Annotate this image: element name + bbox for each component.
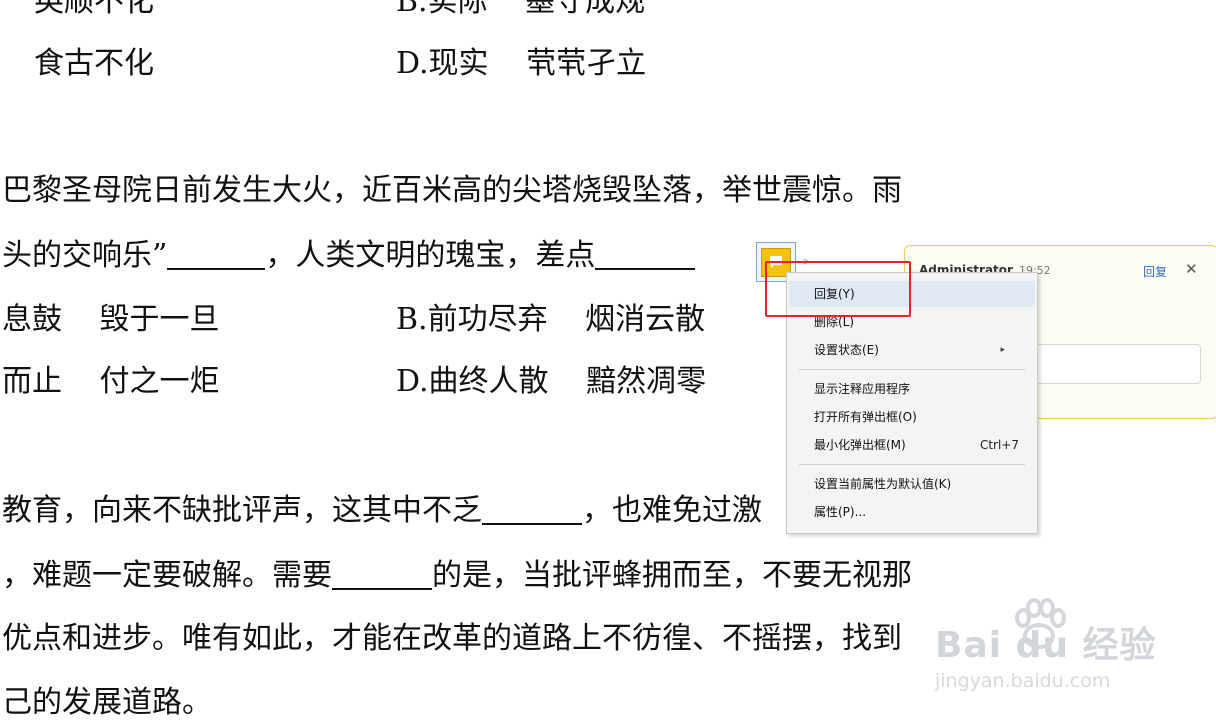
menu-item-set-default-properties[interactable]: 设置当前属性为默认值(K) <box>789 471 1035 497</box>
option-line: B.前功尽弃 烟消云散 <box>396 302 706 337</box>
option-line: 食古不化 <box>34 46 154 81</box>
option-line: 息鼓 毁于一旦 <box>2 302 220 337</box>
paragraph-line: 优点和进步。唯有如此，才能在改革的道路上不彷徨、不摇摆，找到 <box>2 621 902 656</box>
option-line: D.曲终人散 黯然凋零 <box>396 364 707 399</box>
fill-blank <box>595 236 696 270</box>
comment-text-field[interactable] <box>1031 344 1201 384</box>
option-line: 而止 付之一炬 <box>2 364 220 399</box>
menu-divider <box>799 369 1025 370</box>
menu-divider <box>799 464 1025 465</box>
menu-item-set-status[interactable]: 设置状态(E) ▸ <box>789 337 1035 363</box>
reply-link[interactable]: 回复 <box>1143 263 1167 280</box>
submenu-arrow-icon: ▸ <box>1000 345 1005 355</box>
paragraph-line: ，难题一定要破解。需要 的是，当批评蜂拥而至，不要无视那 <box>2 556 912 593</box>
menu-shortcut: Ctrl+7 <box>979 438 1019 452</box>
fill-blank <box>332 556 432 590</box>
paragraph-line: 教育，向来不缺批评声，这其中不乏 ，也难免过激 <box>2 491 762 528</box>
close-icon[interactable]: ✕ <box>1185 260 1198 278</box>
menu-item-show-comments-app[interactable]: 显示注释应用程序 <box>789 376 1035 402</box>
highlight-box <box>765 261 911 317</box>
paragraph-line: 头的交响乐” ，人类文明的瑰宝，差点 <box>2 236 696 276</box>
option-line: 英顺不化 <box>34 0 154 19</box>
option-line: D.现实 茕茕孑立 <box>396 46 647 81</box>
menu-item-open-all-popups[interactable]: 打开所有弹出框(O) <box>789 404 1035 430</box>
menu-item-minimize-popups[interactable]: 最小化弹出框(M) Ctrl+7 <box>789 432 1035 458</box>
fill-blank <box>167 236 266 270</box>
watermark-url: jingyan.baidu.com <box>935 670 1111 692</box>
paragraph-line: 巴黎圣母院日前发生大火，近百米高的尖塔烧毁坠落，举世震惊。雨 <box>2 173 902 208</box>
option-line: B.实际 墨守成规 <box>396 0 646 19</box>
watermark-logo: Bai du 经验 <box>935 625 1157 666</box>
menu-item-properties[interactable]: 属性(P)... <box>789 499 1035 525</box>
fill-blank <box>482 491 582 525</box>
paragraph-line: 己的发展道路。 <box>2 685 212 720</box>
